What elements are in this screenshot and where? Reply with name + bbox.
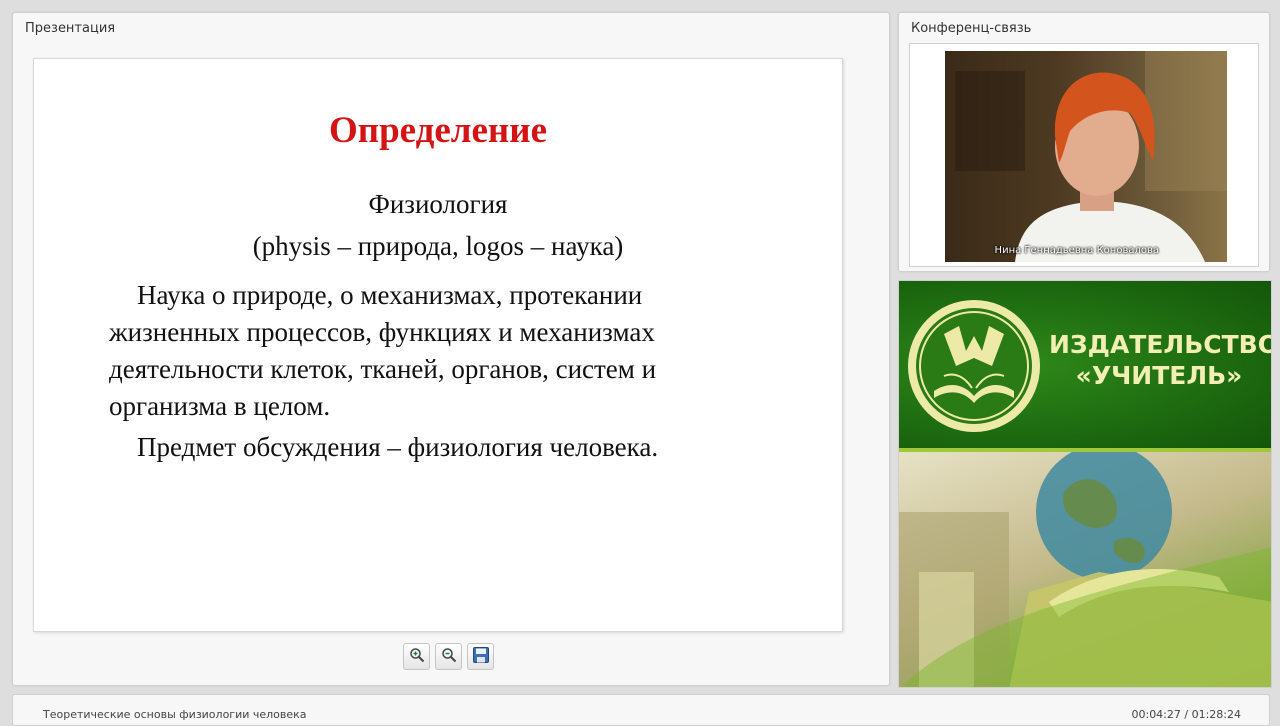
slide-subject: Предмет обсуждения – физиология человека… <box>137 432 659 462</box>
save-icon <box>472 646 490 668</box>
conference-panel: Конференц-связь Нина Геннадьевна Коновал… <box>898 12 1270 272</box>
save-button[interactable] <box>467 643 494 670</box>
video-frame: Нина Геннадьевна Коновалова <box>909 43 1259 267</box>
webinar-title: Теоретические основы физиологии человека <box>43 708 307 721</box>
slide-term: Физиология <box>368 189 508 219</box>
footer-bar: Теоретические основы физиологии человека… <box>12 694 1270 726</box>
conference-panel-title: Конференц-связь <box>911 21 1032 36</box>
publisher-banner[interactable]: ИЗДАТЕЛЬСТВО «УЧИТЕЛЬ» <box>898 280 1272 688</box>
zoom-in-button[interactable] <box>403 643 430 670</box>
zoom-in-icon <box>409 647 425 667</box>
banner-top: ИЗДАТЕЛЬСТВО «УЧИТЕЛЬ» <box>899 281 1271 448</box>
speaker-video: Нина Геннадьевна Коновалова <box>945 51 1227 262</box>
zoom-out-button[interactable] <box>435 643 462 670</box>
speaker-name: Нина Геннадьевна Коновалова <box>994 245 1159 256</box>
publisher-name: ИЗДАТЕЛЬСТВО «УЧИТЕЛЬ» <box>1049 330 1272 390</box>
slide-definition: Наука о природе, о механизмах, протекани… <box>109 280 657 421</box>
presentation-panel-title: Презентация <box>25 21 116 36</box>
zoom-out-icon <box>441 647 457 667</box>
slide-etymology: (physis – природа, logos – наука) <box>252 231 624 261</box>
slide: Определение Физиология (physis – природа… <box>33 58 843 632</box>
banner-image <box>899 452 1271 687</box>
slide-toolbar <box>403 643 494 671</box>
presentation-panel: Презентация Определение Физиология (phys… <box>12 12 890 686</box>
slide-title: Определение <box>329 110 547 151</box>
playback-timer: 00:04:27 / 01:28:24 <box>1131 708 1241 721</box>
